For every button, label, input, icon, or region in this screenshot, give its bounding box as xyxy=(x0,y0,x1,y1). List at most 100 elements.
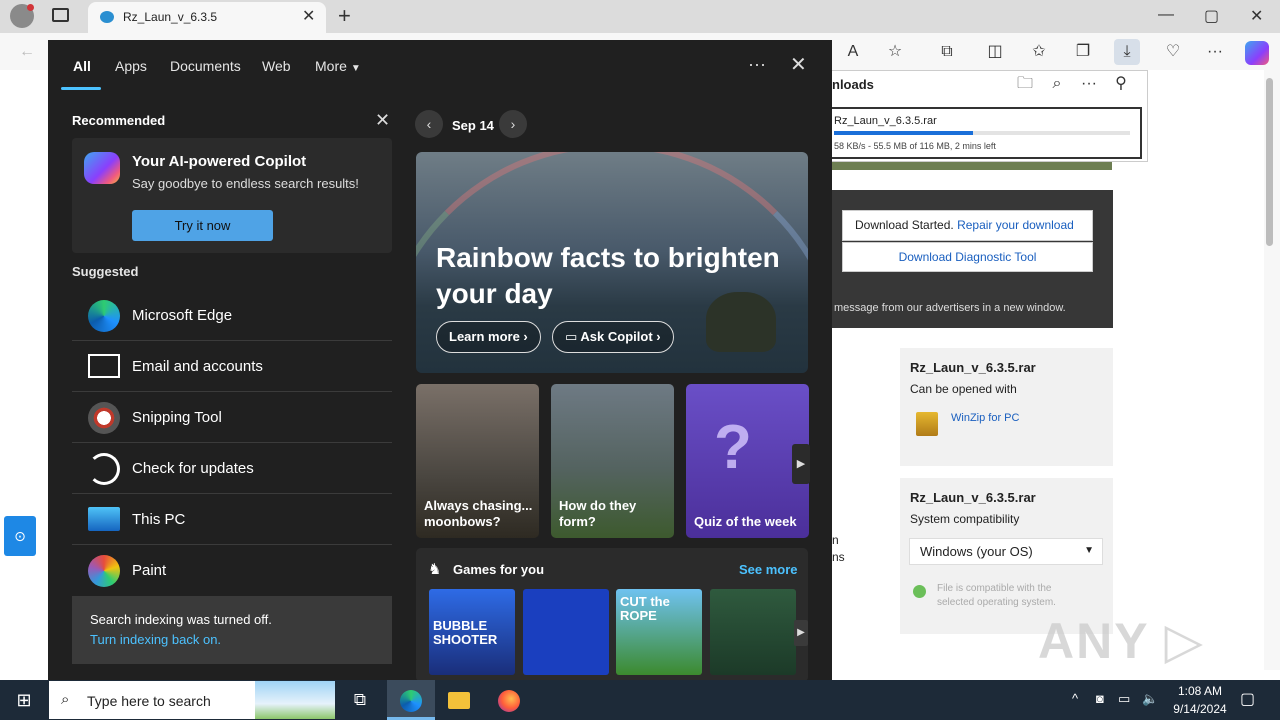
tab-all[interactable]: All xyxy=(73,58,91,74)
winzip-link[interactable]: WinZip for PC xyxy=(951,412,1019,424)
indexing-text: Search indexing was turned off. xyxy=(90,612,272,627)
network-icon[interactable]: ▭ xyxy=(1118,691,1130,707)
game-bubble-shooter[interactable]: BUBBLE SHOOTER xyxy=(429,589,515,675)
try-it-now-button[interactable]: Try it now xyxy=(132,210,273,241)
suggested-app[interactable]: Snipping Tool xyxy=(72,393,392,443)
suggested-app[interactable]: Email and accounts xyxy=(72,342,392,392)
scrollbar-thumb[interactable] xyxy=(1266,78,1273,246)
back-arrow-icon[interactable]: ← xyxy=(14,39,40,65)
file-explorer-icon[interactable] xyxy=(435,680,483,720)
compat-text: File is compatible with the selected ope… xyxy=(937,583,1056,608)
minimize-button[interactable]: — xyxy=(1158,6,1174,24)
learn-more-button[interactable]: Learn more › xyxy=(436,321,541,353)
volume-icon[interactable]: 🔈 xyxy=(1142,691,1158,707)
tab-web[interactable]: Web xyxy=(262,58,291,74)
winzip-icon xyxy=(916,412,938,436)
suggested-app[interactable]: Check for updates xyxy=(72,444,392,494)
download-info-box: Download Started. Repair your download D… xyxy=(832,190,1113,328)
mail-icon xyxy=(88,354,120,378)
tab-apps[interactable]: Apps xyxy=(115,58,147,74)
panel-close-icon[interactable]: ✕ xyxy=(790,52,807,77)
search-icon: ⌕ xyxy=(61,691,70,708)
games-title: Games for you xyxy=(453,562,545,577)
ask-copilot-label: Ask Copilot xyxy=(580,329,653,344)
maximize-button[interactable]: ▢ xyxy=(1204,6,1219,26)
new-tab-button[interactable]: + xyxy=(338,3,351,29)
downloads-icon[interactable]: ⤓ xyxy=(1114,39,1140,65)
app-label: Email and accounts xyxy=(132,358,263,375)
see-more-link[interactable]: See more xyxy=(739,562,798,577)
tab-close-icon[interactable]: ✕ xyxy=(302,6,315,26)
copilot-icon[interactable] xyxy=(1245,41,1269,65)
suggested-app[interactable]: Microsoft Edge xyxy=(72,291,392,341)
suggested-app[interactable]: Paint xyxy=(72,546,392,596)
app-label: Snipping Tool xyxy=(132,409,222,426)
chevron-right-icon[interactable]: › xyxy=(499,110,527,138)
indexing-link[interactable]: Turn indexing back on. xyxy=(90,632,221,647)
copilot-logo-icon xyxy=(84,152,120,184)
games-next-icon[interactable]: ▶ xyxy=(794,620,808,646)
browser-tab[interactable]: Rz_Laun_v_6.3.5 ✕ xyxy=(88,2,326,33)
more-options-icon[interactable]: ··· xyxy=(1076,71,1102,97)
firefox-icon[interactable] xyxy=(485,680,533,720)
game-cut-the-rope[interactable]: CUT the ROPE xyxy=(616,589,702,675)
close-window-button[interactable]: ✕ xyxy=(1250,6,1263,26)
hero-card[interactable]: Rainbow facts to brighten your day Learn… xyxy=(416,152,808,373)
task-view-icon[interactable]: ⧉ xyxy=(336,680,384,720)
extensions-icon[interactable]: ⧉ xyxy=(934,39,960,65)
app-label: This PC xyxy=(132,511,186,528)
collections-icon[interactable]: ❐ xyxy=(1070,39,1096,65)
ask-copilot-button[interactable]: ▭ Ask Copilot › xyxy=(552,321,674,353)
recommended-heading: Recommended xyxy=(72,113,166,128)
edge-taskbar-icon[interactable] xyxy=(387,680,435,720)
suggested-app[interactable]: This PC xyxy=(72,495,392,545)
game-block-puzzle[interactable] xyxy=(523,589,609,675)
quiz-tile[interactable]: ? Quiz of the week xyxy=(686,384,809,538)
download-file-name: Rz_Laun_v_6.3.5.rar xyxy=(834,115,937,127)
search-icon[interactable]: ⌕ xyxy=(1044,71,1070,97)
tile-caption: Quiz of the week xyxy=(694,514,797,529)
advertisers-note: message from our advertisers in a new wi… xyxy=(834,302,1066,314)
tiles-next-icon[interactable]: ▶ xyxy=(792,444,810,484)
tab-title: Rz_Laun_v_6.3.5 xyxy=(123,10,218,24)
meet-now-icon[interactable]: ◙ xyxy=(1096,691,1104,706)
page-tool-icon[interactable]: ⊙ xyxy=(4,516,36,556)
caret-down-icon: ▼ xyxy=(350,63,361,74)
diagnostic-tool-link[interactable]: Download Diagnostic Tool xyxy=(842,242,1093,272)
more-icon[interactable]: ··· xyxy=(1202,39,1228,65)
refresh-icon xyxy=(88,453,120,485)
windows-start-icon[interactable]: ⊞ xyxy=(0,680,48,720)
profile-avatar[interactable] xyxy=(10,4,34,28)
tab-more-label: More xyxy=(315,58,347,74)
chevron-left-icon[interactable]: ‹ xyxy=(415,110,443,138)
hero-title: Rainbow facts to brighten your day xyxy=(436,242,780,309)
app-label: Paint xyxy=(132,562,167,579)
pin-icon[interactable]: ⚲ xyxy=(1108,71,1134,97)
repair-download-link[interactable]: Repair your download xyxy=(957,218,1074,232)
clock-date[interactable]: 9/14/2024 xyxy=(1164,702,1236,716)
game-mahjong[interactable] xyxy=(710,589,796,675)
taskbar-search-box[interactable]: ⌕ Type here to search xyxy=(49,681,335,719)
tray-overflow-icon[interactable]: ^ xyxy=(1072,691,1078,706)
os-select[interactable]: Windows (your OS) ▼ xyxy=(909,538,1103,565)
panel-more-icon[interactable]: ··· xyxy=(748,54,766,75)
favorite-star-icon[interactable]: ☆ xyxy=(882,39,908,65)
game-title: BUBBLE SHOOTER xyxy=(433,618,498,647)
notifications-icon[interactable]: ▢ xyxy=(1240,689,1255,709)
split-screen-icon[interactable]: ◫ xyxy=(982,39,1008,65)
browser-essentials-icon[interactable]: ♡ xyxy=(1160,39,1186,65)
dismiss-recommended-icon[interactable]: ✕ xyxy=(375,110,390,131)
tab-actions-icon[interactable] xyxy=(52,8,69,22)
favorites-icon[interactable]: ✩ xyxy=(1026,39,1052,65)
compat-label: System compatibility xyxy=(910,512,1020,526)
read-aloud-icon[interactable]: A xyxy=(840,39,866,65)
open-folder-icon[interactable]: 🗀 xyxy=(1012,71,1038,97)
paint-icon xyxy=(88,555,120,587)
download-item[interactable]: Rz_Laun_v_6.3.5.rar 58 KB/s - 55.5 MB of… xyxy=(832,107,1142,159)
tab-documents[interactable]: Documents xyxy=(170,58,241,74)
rainbow-form-tile[interactable]: How do they form? xyxy=(551,384,674,538)
moonbow-tile[interactable]: Always chasing... moonbows? xyxy=(416,384,539,538)
indexing-notice: Search indexing was turned off. Turn ind… xyxy=(72,596,392,664)
clock-time[interactable]: 1:08 AM xyxy=(1170,684,1230,698)
tab-more[interactable]: More ▼ xyxy=(315,58,361,74)
